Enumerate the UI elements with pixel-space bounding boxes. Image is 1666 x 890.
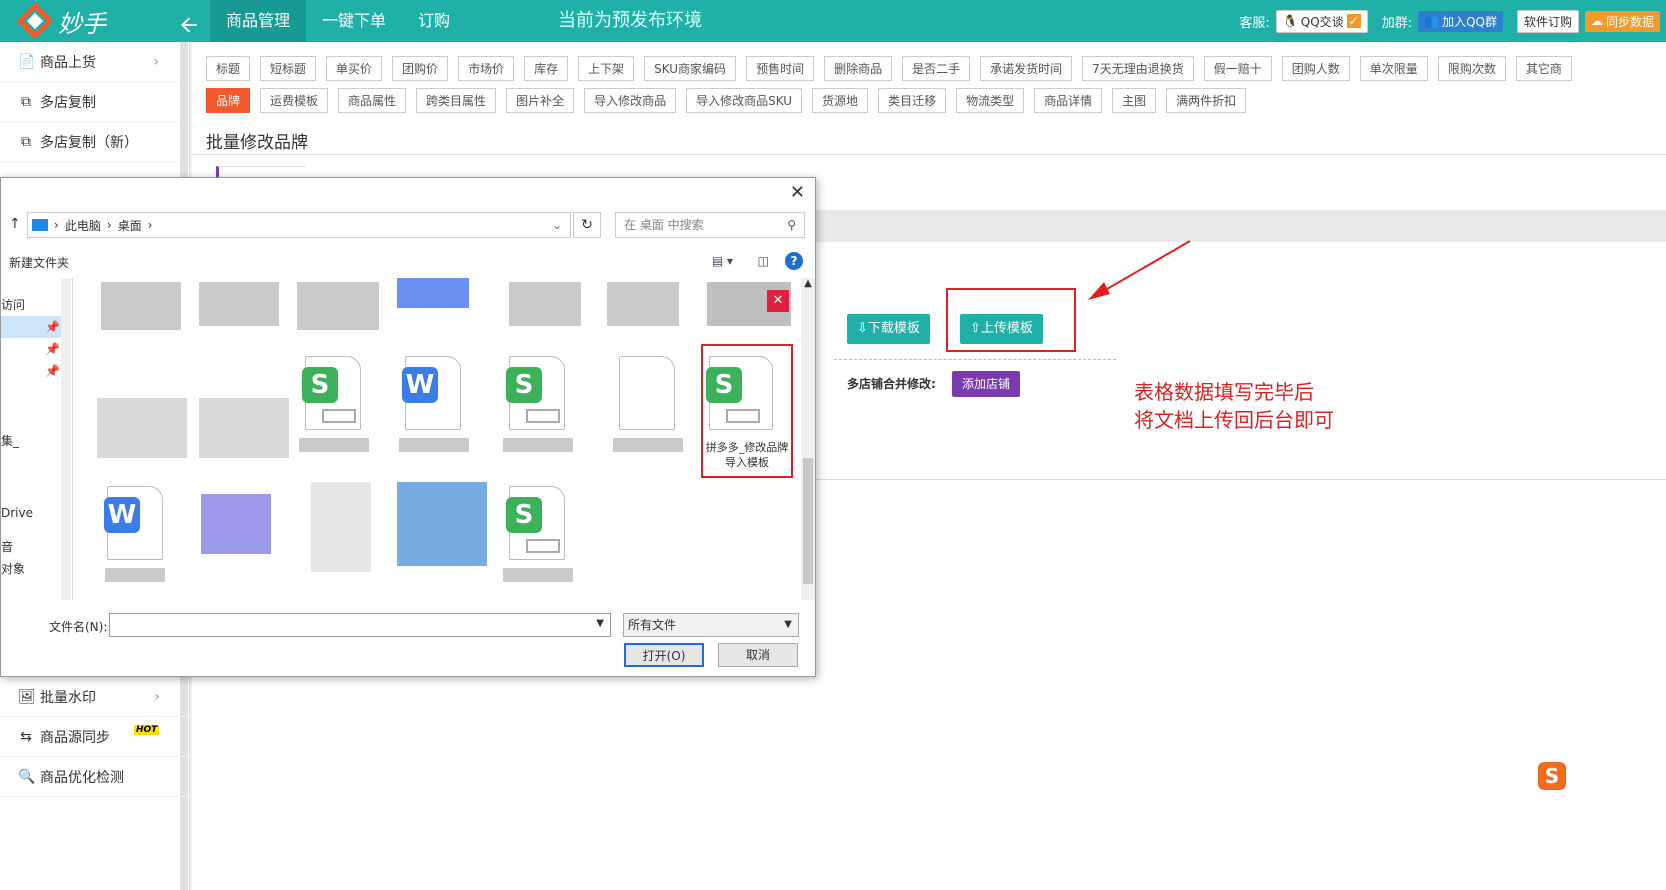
chevron-right-icon: › (106, 218, 112, 232)
pin-icon: 📌 (45, 342, 60, 356)
blurred-file[interactable] (397, 482, 487, 566)
search-placeholder: 在 桌面 中搜索 (624, 218, 704, 232)
blurred-name (613, 438, 683, 452)
blurred-file[interactable] (297, 282, 379, 330)
search-icon: 🔍 (18, 768, 36, 785)
grid-icon (526, 539, 560, 553)
sidebar-item-label: 批量水印 (40, 689, 96, 706)
doc-icon: S (302, 356, 361, 430)
chevron-down-icon[interactable]: ▼ (596, 618, 604, 629)
view-options-icon[interactable]: ▤ ▾ (712, 254, 733, 268)
filename-input[interactable]: ▼ (109, 613, 611, 637)
arrow-head-1 (1088, 282, 1110, 300)
nav-pane-item[interactable]: 对象 (1, 560, 25, 577)
file-grid-scrollbar[interactable]: ▲ (801, 278, 815, 600)
navigation-pane: 访问 📌 📌 📌 集_ Drive 音 对象 (1, 278, 73, 600)
sougou-ime-icon[interactable]: S (1538, 762, 1566, 790)
sidebar-item-watermark[interactable]: 🖼 批量水印 › (0, 677, 190, 717)
blurred-file[interactable] (199, 398, 289, 458)
filetype-select[interactable]: 所有文件 ▼ (623, 613, 799, 637)
filetype-value: 所有文件 (628, 618, 677, 632)
breadcrumb-desktop[interactable]: 桌面 (118, 217, 142, 234)
image-icon: 🖼 (18, 688, 36, 705)
nav-pane-item[interactable]: 集_ (1, 432, 19, 449)
up-arrow-icon[interactable]: ↑ (9, 216, 21, 232)
file-open-dialog: ✕ ↑ › 此电脑 › 桌面 › ⌄ ↻ 在 桌面 中搜索 ⚲ 新建文件夹 ▤ ▾… (0, 177, 816, 677)
doc-icon: W (402, 356, 461, 430)
nav-pane-scrollbar[interactable] (61, 278, 71, 600)
sidebar-item-label: 商品优化检测 (40, 769, 124, 786)
blurred-file[interactable] (101, 282, 181, 330)
doc-icon (619, 356, 675, 430)
word-file[interactable]: W (391, 352, 477, 472)
cancel-button[interactable]: 取消 (718, 643, 798, 667)
chevron-down-icon[interactable]: ⌄ (552, 218, 562, 232)
blurred-file[interactable] (607, 282, 679, 326)
chevron-down-icon: ▼ (784, 619, 792, 630)
blurred-file[interactable] (509, 282, 581, 326)
blurred-file[interactable] (397, 278, 469, 308)
spreadsheet-icon: S (506, 367, 542, 403)
search-icon: ⚲ (787, 218, 796, 232)
grid-icon (526, 409, 560, 423)
blurred-file[interactable] (201, 494, 271, 554)
pin-icon: 📌 (45, 320, 60, 334)
hot-badge: HOT (134, 725, 160, 735)
blurred-name (399, 438, 469, 452)
nav-pane-item[interactable]: Drive (1, 506, 33, 520)
chevron-right-icon: › (147, 218, 153, 232)
sidebar-item-source-sync[interactable]: ⇆ 商品源同步 HOT (0, 717, 190, 757)
sidebar-item-optimize-check[interactable]: 🔍 商品优化检测 (0, 757, 190, 797)
sync-icon: ⇆ (20, 728, 32, 745)
blurred-name (105, 568, 165, 582)
address-bar[interactable]: › 此电脑 › 桌面 › ⌄ (27, 212, 571, 238)
nav-pane-item[interactable]: 音 (1, 538, 13, 555)
spreadsheet-file[interactable]: S (495, 482, 581, 600)
computer-icon (32, 219, 48, 231)
blurred-file[interactable] (199, 282, 279, 326)
highlight-box (701, 344, 793, 478)
refresh-button[interactable]: ↻ (573, 212, 601, 238)
doc-icon: S (506, 486, 565, 560)
pin-icon: 📌 (45, 364, 60, 378)
close-app-icon: ✕ (767, 290, 789, 312)
sidebar-bottom: 🖼 批量水印 › ⇆ 商品源同步 HOT 🔍 商品优化检测 (0, 677, 190, 797)
word-file[interactable]: W (93, 482, 179, 600)
blurred-name (503, 438, 573, 452)
preview-pane-icon[interactable]: ◫ (758, 254, 769, 268)
breadcrumb-pc[interactable]: 此电脑 (65, 217, 101, 234)
word-icon: W (402, 367, 438, 403)
chevron-up-icon[interactable]: ▲ (801, 278, 815, 289)
spreadsheet-icon: S (506, 497, 542, 533)
close-icon[interactable]: ✕ (790, 182, 805, 203)
open-button[interactable]: 打开(O) (624, 643, 704, 667)
scrollbar-thumb[interactable] (803, 458, 813, 584)
search-input[interactable]: 在 桌面 中搜索 ⚲ (615, 212, 805, 238)
spreadsheet-file[interactable]: S (291, 352, 377, 472)
dialog-toolbar: 新建文件夹 ▤ ▾ ◫ ? (1, 248, 817, 276)
sidebar-item-label: 商品源同步 (40, 729, 110, 746)
blurred-file[interactable] (311, 482, 371, 572)
blurred-file[interactable] (97, 398, 187, 458)
help-icon[interactable]: ? (785, 252, 803, 270)
grid-icon (322, 409, 356, 423)
spreadsheet-icon: S (302, 367, 338, 403)
chevron-right-icon: › (154, 688, 160, 705)
word-icon: W (104, 497, 140, 533)
spreadsheet-file[interactable]: S (495, 352, 581, 472)
doc-icon: W (104, 486, 163, 560)
chevron-right-icon: › (54, 218, 59, 232)
nav-pane-item[interactable]: 访问 (1, 296, 25, 313)
filename-label: 文件名(N): (49, 620, 108, 634)
text-file[interactable] (605, 352, 691, 472)
file-grid: ✕ S W S S 拼多多_修改品牌导入模板 W S (81, 278, 801, 600)
doc-icon: S (506, 356, 565, 430)
arrow-line-1 (1094, 240, 1191, 297)
new-folder-button[interactable]: 新建文件夹 (9, 254, 69, 271)
blurred-name (299, 438, 369, 452)
blurred-name (503, 568, 573, 582)
